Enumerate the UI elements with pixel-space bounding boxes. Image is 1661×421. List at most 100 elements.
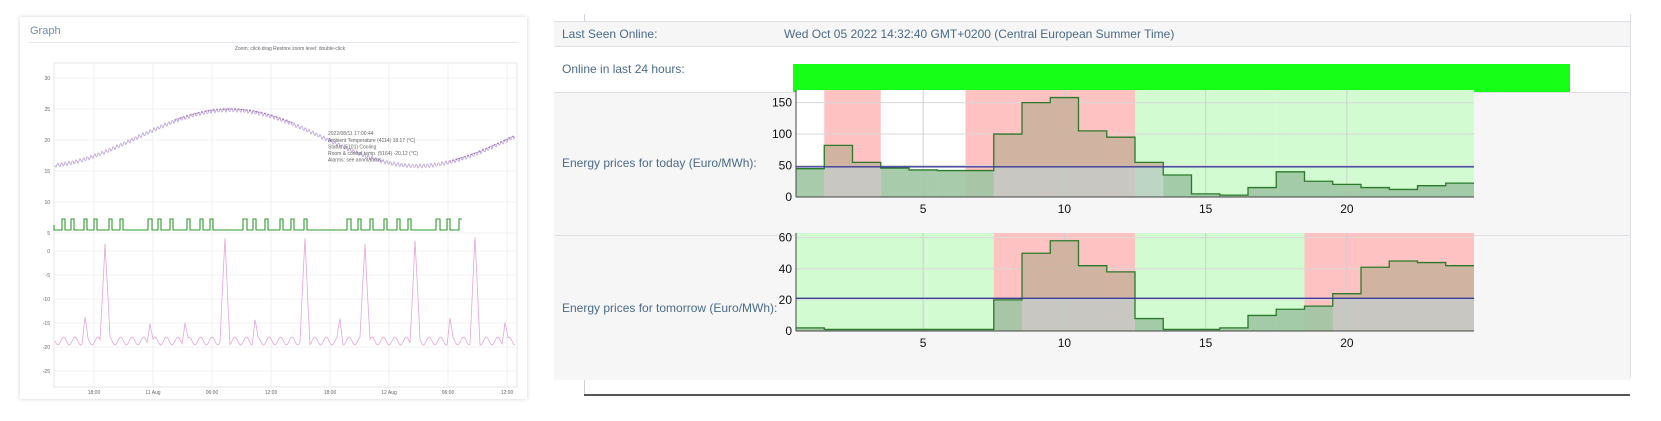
ambient-sample bbox=[503, 140, 505, 142]
price-below-average bbox=[1135, 318, 1164, 331]
chart-today-group: 0 50 100 150 5 10 15 20 bbox=[772, 90, 1474, 216]
ambient-sample bbox=[500, 141, 502, 143]
price-below-average bbox=[1276, 309, 1305, 331]
price-area bbox=[1050, 298, 1079, 331]
chart-tomorrow-group: 0 20 40 60 5 10 15 20 bbox=[779, 231, 1474, 350]
price-above-average bbox=[1106, 271, 1135, 299]
ambient-sample bbox=[464, 156, 466, 158]
price-area bbox=[1445, 298, 1474, 331]
y-tick-label: 60 bbox=[779, 231, 793, 245]
cheap-price-band bbox=[796, 233, 994, 331]
price-above-average bbox=[1417, 262, 1446, 299]
ambient-sample bbox=[189, 114, 191, 116]
price-below-average bbox=[1163, 174, 1192, 197]
tooltip-line: Status (5101) Cooling bbox=[328, 145, 377, 151]
y-tick-label: 150 bbox=[772, 96, 792, 110]
price-area bbox=[1361, 298, 1390, 331]
x-tick-label: 5 bbox=[920, 336, 927, 350]
price-above-average bbox=[1106, 137, 1135, 167]
ambient-sample bbox=[479, 150, 481, 152]
ambient-sample bbox=[183, 116, 185, 118]
price-area bbox=[993, 166, 1022, 197]
price-area bbox=[1022, 298, 1051, 331]
x-tick-label: 10 bbox=[1058, 202, 1072, 216]
price-area bbox=[1389, 298, 1418, 331]
price-area bbox=[1078, 166, 1107, 197]
history-graph-panel: 18:00 11 Aug 06:00 12:00 18:00 12 Aug 06:00 12:… bbox=[20, 17, 527, 399]
x-tick-label: 18:00 bbox=[88, 390, 101, 396]
energy-today-chart[interactable]: 0 50 100 150 5 10 15 20 0 20 40 60 5 10 15 20 bbox=[548, 14, 1640, 399]
price-area bbox=[1022, 166, 1051, 197]
x-tick-label: 12:00 bbox=[501, 390, 514, 396]
ambient-sample bbox=[452, 159, 454, 161]
tooltip-line: Alarms: see annotations bbox=[328, 158, 382, 164]
price-area bbox=[1106, 298, 1135, 331]
ambient-sample bbox=[216, 109, 218, 111]
price-below-average bbox=[1445, 183, 1474, 197]
x-tick-label: 18:00 bbox=[324, 390, 337, 396]
ambient-sample bbox=[210, 109, 212, 111]
price-above-average bbox=[993, 134, 1022, 167]
y-tick-label: 0 bbox=[785, 190, 792, 204]
ambient-sample bbox=[174, 119, 176, 121]
price-area bbox=[824, 166, 853, 197]
x-tick-label: 20 bbox=[1340, 202, 1354, 216]
price-below-average bbox=[965, 170, 994, 197]
ambient-sample bbox=[282, 118, 284, 120]
price-above-average bbox=[852, 162, 881, 167]
x-tick-label: 12 Aug bbox=[381, 390, 397, 396]
price-above-average bbox=[1389, 261, 1418, 299]
ambient-sample bbox=[240, 108, 242, 111]
ambient-sample bbox=[258, 111, 260, 113]
price-below-average bbox=[1361, 187, 1390, 197]
ambient-sample bbox=[473, 152, 475, 155]
y-tick-label: -20 bbox=[43, 345, 50, 351]
price-below-average bbox=[1332, 184, 1361, 197]
ambient-sample bbox=[192, 113, 194, 115]
price-area bbox=[1417, 298, 1446, 331]
price-below-average bbox=[880, 168, 909, 197]
price-area bbox=[1078, 298, 1107, 331]
ambient-sample bbox=[255, 111, 257, 113]
y-tick-label: 5 bbox=[47, 231, 50, 237]
ambient-sample bbox=[231, 108, 233, 110]
price-below-average bbox=[1276, 171, 1305, 197]
price-area bbox=[1050, 166, 1079, 197]
price-above-average bbox=[1078, 265, 1107, 299]
history-graph[interactable]: 18:00 11 Aug 06:00 12:00 18:00 12 Aug 06:00 12:… bbox=[20, 17, 527, 399]
price-above-average bbox=[1078, 130, 1107, 167]
ambient-sample bbox=[458, 158, 460, 160]
ambient-sample bbox=[198, 112, 200, 114]
price-area bbox=[1106, 166, 1135, 197]
x-tick-label: 15 bbox=[1199, 336, 1213, 350]
x-tick-label: 12:00 bbox=[265, 390, 278, 396]
x-tick-label: 10 bbox=[1058, 336, 1072, 350]
ambient-sample bbox=[491, 145, 493, 147]
ambient-sample bbox=[261, 112, 263, 114]
ambient-sample bbox=[279, 117, 281, 119]
ambient-sample bbox=[234, 108, 236, 110]
price-above-average bbox=[1022, 253, 1051, 299]
ambient-sample bbox=[497, 142, 499, 144]
price-below-average bbox=[796, 168, 825, 197]
ambient-sample bbox=[228, 108, 230, 110]
ambient-sample bbox=[195, 112, 197, 114]
y-tick-label: -5 bbox=[46, 273, 51, 279]
price-above-average bbox=[1445, 265, 1474, 299]
ambient-sample bbox=[222, 108, 224, 110]
ambient-sample bbox=[273, 115, 275, 117]
price-above-average bbox=[1332, 293, 1361, 299]
tooltip-line: Room & control temp. (5164) -20.12 (°C) bbox=[328, 151, 418, 157]
price-above-average bbox=[1022, 102, 1051, 167]
ambient-sample bbox=[225, 108, 227, 110]
price-below-average bbox=[1389, 189, 1418, 197]
y-tick-label: 20 bbox=[779, 293, 793, 307]
y-tick-label: -25 bbox=[43, 369, 50, 375]
table-bottom-border bbox=[584, 394, 1630, 396]
ambient-sample bbox=[180, 117, 182, 119]
price-area bbox=[1135, 166, 1164, 197]
price-below-average bbox=[1248, 315, 1277, 331]
ambient-sample bbox=[276, 116, 278, 118]
x-tick-label: 06:00 bbox=[442, 390, 455, 396]
ambient-sample bbox=[267, 113, 269, 116]
